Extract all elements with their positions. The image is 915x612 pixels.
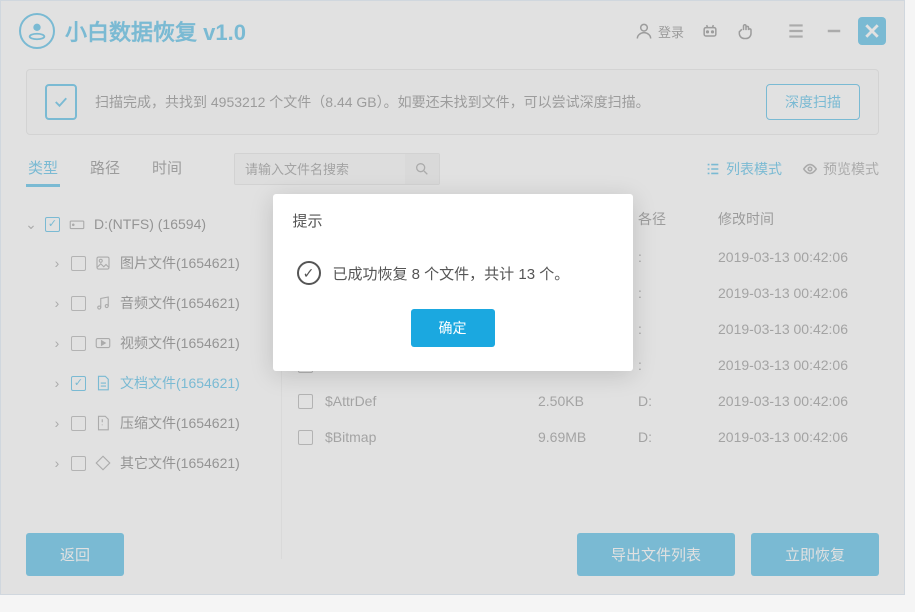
result-dialog: 提示 已成功恢复 8 个文件，共计 13 个。 确定 [273,194,633,371]
app-window: 小白数据恢复 v1.0 登录 扫描完成，共找到 4953212 个文件（8.44… [0,0,905,595]
dialog-title: 提示 [273,194,633,243]
success-check-icon [297,261,321,285]
dialog-ok-button[interactable]: 确定 [411,309,495,347]
dialog-message: 已成功恢复 8 个文件，共计 13 个。 [333,263,570,284]
modal-overlay[interactable]: 提示 已成功恢复 8 个文件，共计 13 个。 确定 [1,1,904,594]
